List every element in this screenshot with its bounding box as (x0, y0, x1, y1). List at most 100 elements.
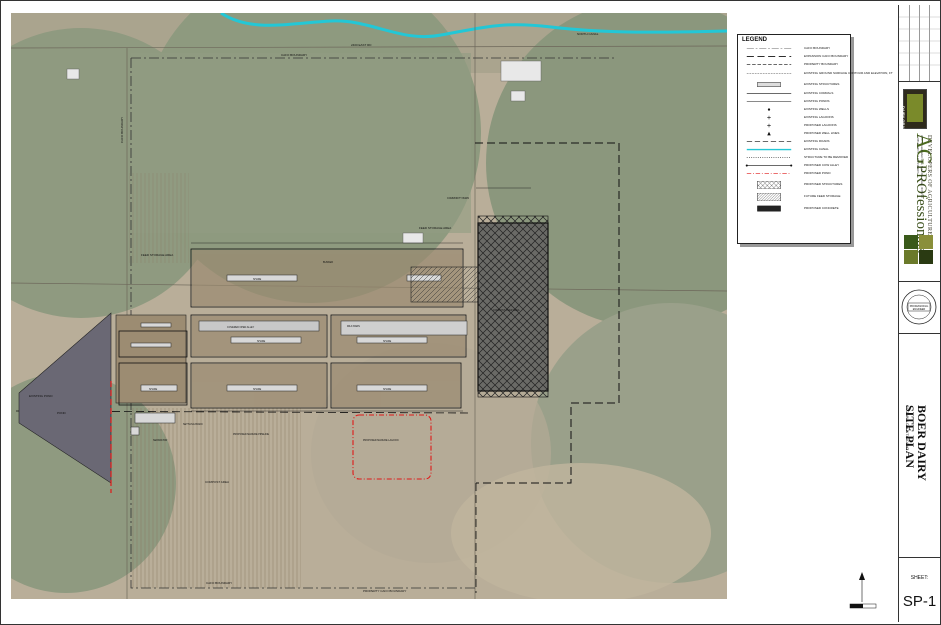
legend-item-label: EXISTING ROADS (804, 139, 830, 143)
legend-item-label: EXISTING CANAL (804, 147, 829, 151)
proposed-compost-barn (477, 222, 549, 392)
legend-item: EXISTING PONDS (742, 98, 848, 106)
legend-symbol (746, 93, 792, 94)
revision-block (899, 5, 940, 82)
title-block: DAIRY GRASS AGPROfessionals DEVELOPERS O… (898, 5, 940, 622)
legend-symbol (767, 115, 771, 120)
legend-item: EXISTING GROUND SURFACE CONTOUR AND ELEV… (742, 70, 893, 78)
legend-item-label: PROPERTY BOUNDARY (804, 62, 839, 66)
north-arrow-icon (844, 570, 884, 614)
legend-item: PROPOSED POND (742, 170, 848, 178)
engineer-seal: PROFESSIONAL ENGINEER (899, 281, 940, 334)
legend-item: PROPOSED WELL LINES (742, 130, 848, 138)
label-separator: SEPARATOR (153, 439, 168, 442)
sheet-number-block: SHEET: SP-1 (899, 557, 940, 622)
legend-symbol (746, 101, 792, 102)
sheet-label: SHEET: (910, 575, 929, 581)
legend-symbol (746, 48, 792, 49)
firm-block: DAIRY GRASS AGPROfessionals DEVELOPERS O… (899, 81, 940, 282)
legend-item: EXISTING CORRALS (742, 90, 848, 98)
legend-item-label: EXISTING WELLS (804, 107, 830, 111)
label-cafo-south: CAFO BOUNDARY (206, 581, 232, 585)
label-milk-barn: MILK BARN (347, 325, 360, 328)
legend-item-label: EXISTING PONDS (804, 99, 830, 103)
legend-symbol (767, 108, 771, 111)
label-existing-pond: EXISTING POND (29, 394, 53, 398)
legend-item-label: PROPOSED LAGOONS (804, 123, 837, 127)
legend-item: EXPANSION CAFO BOUNDARY (742, 53, 848, 61)
legend-symbol (757, 82, 781, 87)
legend-symbol (746, 141, 792, 142)
legend-symbol (746, 64, 792, 65)
legend-symbol (746, 148, 792, 151)
legend-item-label: CAFO BOUNDARY (804, 46, 831, 50)
legend-item-label: STRUCTURE TO BE REMOVED (804, 155, 849, 159)
drawing-sheet: 2400 EAST RD NORTH CANAL CAFO BOUNDARY C… (0, 0, 941, 625)
label-property-south: PROPERTY CAFO BOUNDARY (363, 589, 406, 593)
legend-symbol (746, 173, 792, 174)
label-shade-3: SHADE (383, 340, 392, 343)
legend-item-label: EXPANSION CAFO BOUNDARY (804, 54, 849, 58)
legend-item: PROPERTY BOUNDARY (742, 61, 848, 69)
legend-item-label: PROPOSED POND (804, 171, 831, 175)
legend-item-label: EXISTING GROUND SURFACE CONTOUR AND ELEV… (804, 71, 893, 75)
legend-item-label: EXISTING LAGOONS (804, 115, 834, 119)
label-canal: NORTH CANAL (577, 32, 599, 36)
label-road-north: 2400 EAST RD (351, 43, 372, 47)
label-bunker: BUNKER (323, 261, 333, 264)
legend-item-label: PROPOSED CONCRETE (804, 206, 839, 210)
label-pond: POND (57, 411, 67, 415)
label-compost-area: COMPOST AREA (205, 480, 229, 484)
legend-item: PROPOSED LAGOONS (742, 122, 848, 130)
legend-item: FUTURE FEED STORAGE (742, 193, 848, 201)
project-title-block: BOER DAIRY SITE PLAN GOODING COUNTY, IDAH… (899, 333, 940, 558)
legend-symbol (746, 157, 792, 158)
label-shade-4: SHADE (253, 388, 262, 391)
label-shade-2: SHADE (257, 340, 266, 343)
legend-symbol (757, 181, 781, 189)
label-pipeline: PROPOSED MANURE PIPELINE (233, 433, 269, 436)
compost-rows (131, 408, 301, 588)
logo-text: DAIRY GRASS (901, 106, 906, 134)
firm-logo-squares (904, 235, 934, 265)
legend-item-label: PROPOSED STRUCTURES (804, 182, 843, 186)
site-map[interactable]: 2400 EAST RD NORTH CANAL CAFO BOUNDARY C… (11, 13, 727, 599)
label-compost-over-area: COMPOST OVER AREA (493, 309, 520, 312)
legend-item: STRUCTURE TO BE REMOVED (742, 154, 848, 162)
legend-symbol (767, 123, 771, 128)
label-shade-5: SHADE (383, 388, 392, 391)
legend-item: PROPOSED STRUCTURES (742, 181, 848, 189)
project-location: GOODING COUNTY, IDAHO (905, 405, 909, 451)
legend-item: EXISTING CANAL (742, 146, 848, 154)
label-shade-1: SHADE (253, 278, 262, 281)
legend-symbol (757, 205, 781, 212)
dairy-logo: DAIRY GRASS (901, 89, 927, 134)
legend-item: EXISTING ROADS (742, 138, 848, 146)
label-cafo-north: CAFO BOUNDARY (281, 53, 307, 57)
firm-tagline: DEVELOPERS OF AGRICULTURE (926, 135, 932, 236)
aerial-site-plan: 2400 EAST RD NORTH CANAL CAFO BOUNDARY C… (11, 13, 727, 599)
legend-symbol (757, 193, 781, 201)
legend-panel: LEGEND CAFO BOUNDARY EXPANSION CAFO BOUND… (737, 34, 893, 244)
legend-item: EXISTING WELLS (742, 106, 848, 114)
label-commodity: COMMODITY BARN (447, 197, 469, 200)
legend-item-label: EXISTING CORRALS (804, 91, 834, 95)
legend-item: CAFO BOUNDARY (742, 45, 848, 53)
legend-item-label: EXISTING STRUCTURES (804, 82, 840, 86)
legend-item-label: FUTURE FEED STORAGE (804, 194, 841, 198)
label-settling: SETTLING BASIN (183, 423, 203, 426)
label-feed-storage-top: FEED STORAGE AREA (419, 226, 451, 230)
seal-text: PROFESSIONAL ENGINEER (909, 305, 929, 311)
legend-symbol (767, 131, 771, 136)
legend-symbol (746, 73, 792, 74)
legend-item: EXISTING LAGOONS (742, 114, 848, 122)
legend-item-label: PROPOSED COW ALLEY (804, 163, 840, 167)
label-covered-alley: COVERED OPEN ALLEY (227, 326, 255, 329)
legend-item: EXISTING STRUCTURES (742, 81, 848, 89)
legend-symbol (745, 164, 793, 167)
label-feed-storage-left: FEED STORAGE AREA (141, 253, 173, 257)
label-cafo-west: CAFO BOUNDARY (120, 117, 124, 143)
legend-item: PROPOSED COW ALLEY (742, 162, 848, 170)
firm-phone: P 208.375.8470 · F 208.375.8471 (916, 135, 919, 174)
legend-symbol (746, 56, 792, 57)
